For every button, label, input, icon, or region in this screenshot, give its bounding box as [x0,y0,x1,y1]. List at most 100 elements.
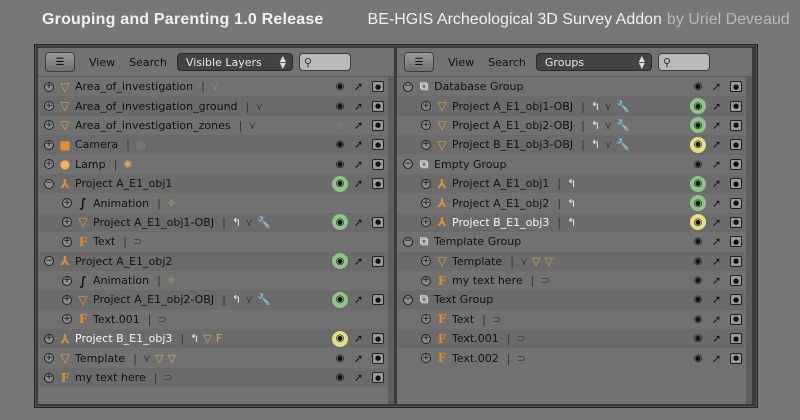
mesh-data-icon[interactable]: ⋎ [604,100,612,113]
animation-icon[interactable]: ∫ [76,274,90,288]
eye-icon[interactable]: ◉ [332,370,348,386]
mesh-data-icon[interactable]: ⋎ [248,119,256,132]
expand-icon[interactable]: + [421,256,431,267]
eye-icon[interactable]: ◉ [690,156,706,172]
constraint-icon[interactable]: ↰ [591,119,600,132]
render-camera-icon[interactable]: ● [372,216,384,228]
search-menu[interactable]: Search [129,56,167,69]
eye-icon[interactable]: ◉ [690,331,706,347]
expand-icon[interactable]: + [421,120,431,131]
tree-row[interactable]: + ▽ Template | ⋎ ▽ ▽ ◉ ➚ ● [397,251,752,271]
constraint-icon[interactable]: ↰ [567,177,576,190]
render-camera-icon[interactable]: ● [372,158,384,170]
modifier-icon[interactable]: 🔧 [616,119,630,132]
eye-icon[interactable]: ◉ [690,292,706,308]
empty-icon[interactable]: ⅄ [58,177,72,191]
tree-item-label[interactable]: Template [452,255,502,268]
tree-row[interactable]: + ▽ Area_of_investigation | ⋎ ◉ ➚ ● [38,77,394,97]
eye-icon[interactable]: ◉ [690,253,706,269]
tree-item-label[interactable]: Camera [75,138,118,151]
render-camera-icon[interactable]: ● [730,275,742,287]
mesh-child-icon[interactable]: ▽ [544,255,552,268]
expand-icon[interactable]: + [421,198,431,209]
render-camera-icon[interactable]: ● [730,313,742,325]
tree-item-label[interactable]: Project A_E1_obj1 [75,177,172,190]
expand-icon[interactable]: + [62,275,72,286]
tree-item-label[interactable]: Text Group [434,293,493,306]
cursor-icon[interactable]: ➚ [712,255,721,268]
tree-row[interactable]: + F Text | ⊃ [38,232,394,252]
eye-icon[interactable]: ◉ [690,273,706,289]
tree-row[interactable]: + ▽ Template | ⋎ ▽ ▽ ◉ ➚ ● [38,348,394,368]
expand-icon[interactable]: + [421,353,431,364]
constraint-icon[interactable]: ↰ [591,100,600,113]
tree-row[interactable]: − ⧉ Database Group ◉ ➚ ● [397,77,752,97]
expand-icon[interactable]: + [62,217,72,228]
expand-icon[interactable]: + [44,139,54,150]
expand-icon[interactable]: + [44,101,54,112]
expand-icon[interactable]: + [62,236,72,247]
cursor-icon[interactable]: ➚ [354,371,363,384]
render-camera-icon[interactable]: ● [372,178,384,190]
eye-icon[interactable]: ◉ [332,79,348,95]
tree-row[interactable]: + ⅄ Project A_E1_obj1 | ↰ ◉ ➚ ● [397,173,752,194]
mesh-icon[interactable]: ▽ [435,138,449,152]
search-input[interactable]: ⚲ [298,53,351,71]
font-icon[interactable]: F [435,312,449,326]
font-icon[interactable]: F [435,332,449,346]
cursor-icon[interactable]: ➚ [712,197,721,210]
tree-row[interactable]: + ⅄ Project B_E1_obj3 | ↰ ▽ F ◉ ➚ ● [38,329,394,349]
tree-item-label[interactable]: my text here [75,371,146,384]
eye-icon[interactable]: ◉ [690,136,706,153]
tree-row[interactable]: + F Text.002 | ⊃ ◉ ➚ ● [397,348,752,368]
tree-item-label[interactable]: Text [93,235,115,248]
expand-icon[interactable]: + [44,120,54,131]
cursor-icon[interactable]: ➚ [354,352,363,365]
mesh-data-icon[interactable]: ⋎ [143,352,151,365]
tree-row[interactable]: − ⧉ Empty Group ◉ ➚ ● [397,154,752,174]
tree-row[interactable]: − ⧉ Text Group ◉ ➚ ● [397,290,752,310]
mesh-data-icon[interactable]: ⋎ [604,138,612,151]
render-camera-icon[interactable]: ● [372,372,384,384]
constraint-icon[interactable]: ↰ [232,216,241,229]
eye-icon[interactable]: ◉ [332,253,348,270]
camera-data-icon[interactable]: ◎ [136,138,146,151]
view-menu[interactable]: View [448,56,474,69]
expand-icon[interactable]: + [44,333,54,344]
tree-item-label[interactable]: Animation [93,197,149,210]
modifier-icon[interactable]: 🔧 [257,216,271,229]
tree-item-label[interactable]: Project A_E1_obj2 [75,255,172,268]
tree-row[interactable]: + Fmy text here | ⊃ ◉ ➚ ● [397,270,752,291]
render-camera-icon[interactable]: ● [730,178,742,190]
expand-icon[interactable]: + [62,314,72,325]
mesh-icon[interactable]: ▽ [58,351,72,365]
cursor-icon[interactable]: ➚ [712,235,721,248]
group-icon[interactable]: ⧉ [417,234,431,249]
mesh-child-icon[interactable]: ▽ [155,352,163,365]
render-camera-icon[interactable]: ● [730,333,742,345]
tree-row[interactable]: + ▽ Project A_E1_obj2-OBJ | ↰ ⋎ 🔧 ◉ ➚ ● [397,115,752,136]
cursor-icon[interactable]: ➚ [712,158,721,171]
tree-item-label[interactable]: Animation [93,274,149,287]
render-camera-icon[interactable]: ● [730,236,742,248]
cursor-icon[interactable]: ➚ [354,80,363,93]
empty-icon[interactable]: ⅄ [435,196,449,210]
eye-icon[interactable]: ◉ [332,214,348,231]
collapse-icon[interactable]: − [403,159,413,170]
search-input[interactable]: ⚲ [657,53,710,71]
font-data-icon[interactable]: ⊃ [516,332,525,345]
tree-row[interactable]: + ⅄ Project B_E1_obj3 | ↰ ◉ ➚ ● [397,212,752,233]
tree-row[interactable]: − ⅄ Project A_E1_obj2 ◉ ➚ ● [38,251,394,271]
expand-icon[interactable]: + [421,275,431,286]
eye-icon[interactable]: ◉ [690,117,706,134]
mesh-data-icon[interactable]: ⋎ [245,216,253,229]
constraint-icon[interactable]: ↰ [591,138,600,151]
mesh-icon[interactable]: ▽ [76,215,90,229]
view-menu[interactable]: View [89,56,115,69]
tree-item-label[interactable]: Project A_E1_obj2-OBJ [452,119,573,132]
font-icon[interactable]: F [76,235,90,249]
eye-icon[interactable]: ◉ [690,79,706,95]
render-camera-icon[interactable]: ● [372,100,384,112]
tree-row[interactable]: + F Text.001 | ⊃ [38,309,394,330]
font-data-icon[interactable]: ⊃ [516,352,525,365]
